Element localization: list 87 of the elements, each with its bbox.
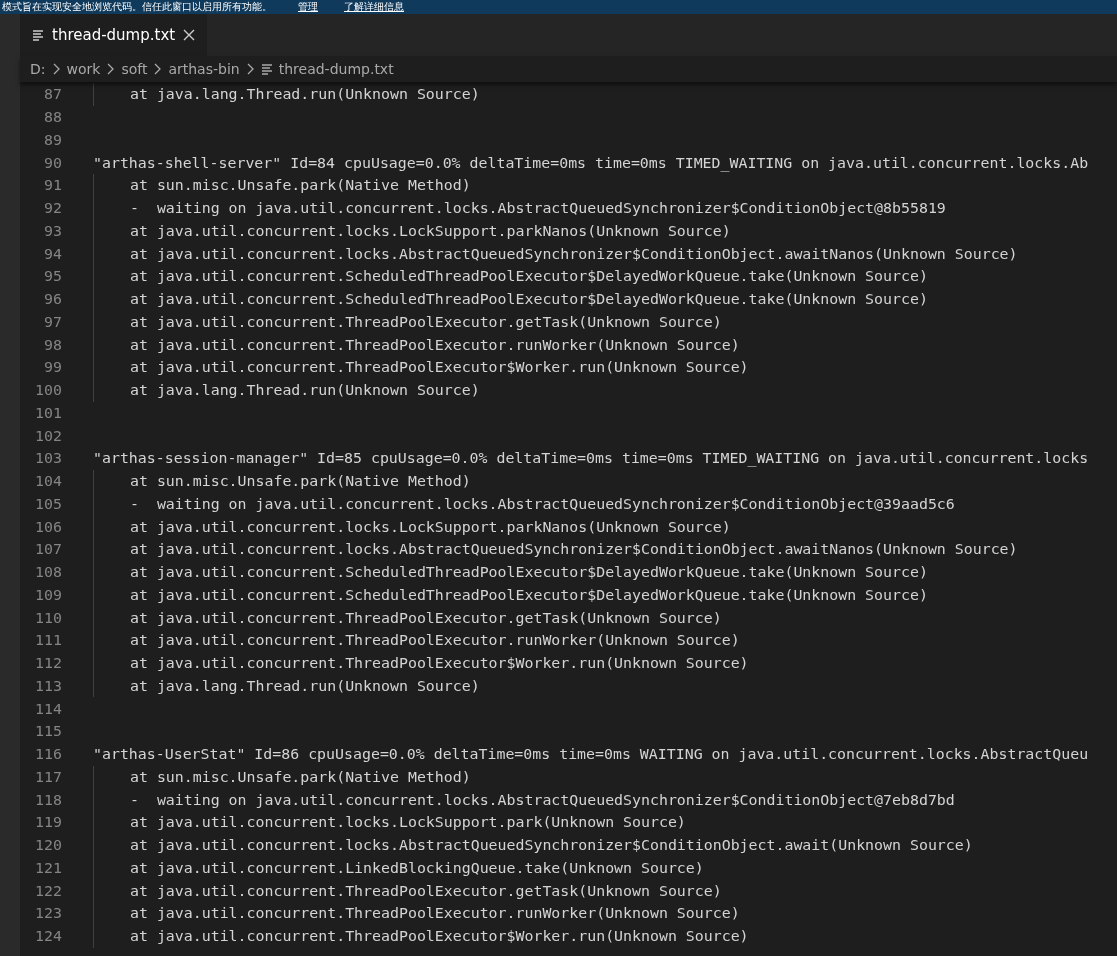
breadcrumb-item[interactable]: arthas-bin [168,61,240,77]
breadcrumb-item[interactable]: soft [121,61,148,77]
code-line: at java.util.concurrent.ThreadPoolExecutor.getTask(Unknown Source) [130,881,722,900]
code-line: at java.util.concurrent.ThreadPoolExecutor$Worker.run(Unknown Source) [130,927,749,946]
code-line: at java.util.concurrent.locks.AbstractQueuedSynchronizer$ConditionObject.await(Unknown Source) [130,836,973,855]
breadcrumb-item[interactable]: thread-dump.txt [278,61,394,77]
line-number: 111 [34,631,62,650]
line-number: 108 [34,563,62,582]
text-file-icon [32,29,44,41]
line-number: 104 [34,472,62,491]
chevron-right-icon [245,63,255,75]
line-number: 100 [34,381,62,400]
line-number: 96 [43,290,62,309]
chevron-right-icon [153,63,163,75]
code-line: at java.util.concurrent.locks.AbstractQueuedSynchronizer$ConditionObject.awaitNanos(Unknown Source) [130,540,1018,559]
code-line: at java.util.concurrent.ScheduledThreadPoolExecutor$DelayedWorkQueue.take(Unknown Source) [130,290,928,309]
line-number: 89 [43,130,62,149]
line-number: 120 [34,836,62,855]
code-line: at java.util.concurrent.LinkedBlockingQueue.take(Unknown Source) [130,858,704,877]
line-number: 93 [43,221,62,240]
banner-message: 模式旨在实现安全地浏览代码。信任此窗口以启用所有功能。 [2,0,272,14]
chevron-right-icon [106,63,116,75]
code-line: at sun.misc.Unsafe.park(Native Method) [130,176,471,195]
code-line: at java.util.concurrent.ScheduledThreadPoolExecutor$DelayedWorkQueue.take(Unknown Source) [130,585,928,604]
code-line: - waiting on java.util.concurrent.locks.AbstractQueuedSynchronizer$ConditionObject@39aad5c6 [130,494,955,513]
code-line: at sun.misc.Unsafe.park(Native Method) [130,472,471,491]
code-line: at java.util.concurrent.locks.LockSupport.parkNanos(Unknown Source) [130,221,731,240]
line-number: 109 [34,585,62,604]
line-number: 98 [43,335,62,354]
code-line: at java.lang.Thread.run(Unknown Source) [130,85,480,104]
editor-tab[interactable]: thread-dump.txt [20,14,208,56]
line-number: 116 [34,745,62,764]
code-line: - waiting on java.util.concurrent.locks.AbstractQueuedSynchronizer$ConditionObject@8b55819 [130,199,946,218]
line-number: 87 [43,85,62,104]
line-number: 121 [34,858,62,877]
line-number: 113 [34,676,62,695]
line-number: 119 [34,813,62,832]
code-line: at java.util.concurrent.ThreadPoolExecutor$Worker.run(Unknown Source) [130,654,749,673]
line-number: 124 [34,927,62,946]
line-number: 105 [34,494,62,513]
line-number: 88 [43,108,62,127]
line-number: 114 [34,699,62,718]
code-line: at java.lang.Thread.run(Unknown Source) [130,381,480,400]
code-line: at java.util.concurrent.ScheduledThreadPoolExecutor$DelayedWorkQueue.take(Unknown Source) [130,563,928,582]
line-number: 110 [34,608,62,627]
breadcrumb-item[interactable]: work [66,61,101,77]
code-line: "arthas-shell-server" Id=84 cpuUsage=0.0% deltaTime=0ms time=0ms TIMED_WAITING on java.util.concurrent.locks.Ab [93,153,1089,172]
code-line: at java.util.concurrent.ThreadPoolExecutor.runWorker(Unknown Source) [130,904,740,923]
line-number: 95 [43,267,62,286]
banner-link[interactable]: 了解详细信息 [344,0,404,14]
code-line: at java.util.concurrent.ThreadPoolExecutor.runWorker(Unknown Source) [130,631,740,650]
text-file-icon [260,63,273,75]
code-line: at java.util.concurrent.ThreadPoolExecutor.getTask(Unknown Source) [130,608,722,627]
code-line: at java.util.concurrent.ThreadPoolExecutor.runWorker(Unknown Source) [130,335,740,354]
line-number: 123 [34,904,62,923]
line-number: 97 [43,312,62,331]
code-line: at java.util.concurrent.locks.AbstractQueuedSynchronizer$ConditionObject.awaitNanos(Unknown Source) [130,244,1018,263]
line-number: 115 [34,722,62,741]
line-number: 101 [34,403,62,422]
line-number: 99 [43,358,62,377]
line-number: 106 [34,517,62,536]
line-number: 118 [34,790,62,809]
chevron-right-icon [51,63,61,75]
code-line: "arthas-UserStat" Id=86 cpuUsage=0.0% deltaTime=0ms time=0ms WAITING on java.util.concurrent.locks.AbstractQueu [93,745,1089,764]
close-button[interactable] [183,29,196,41]
line-number: 90 [43,153,62,172]
code-line: - waiting on java.util.concurrent.locks.AbstractQueuedSynchronizer$ConditionObject@7eb8d7bd [130,790,955,809]
line-number: 112 [34,654,62,673]
code-line: at java.lang.Thread.run(Unknown Source) [130,676,480,695]
breadcrumb-item[interactable]: D: [30,61,46,77]
line-number: 107 [34,540,62,559]
line-number: 91 [43,176,62,195]
banner-link[interactable]: 管理 [298,0,318,14]
line-number: 117 [34,767,62,786]
line-number: 122 [34,881,62,900]
code-line: "arthas-session-manager" Id=85 cpuUsage=0.0% deltaTime=0ms time=0ms TIMED_WAITING on java.util.concurrent.locks [93,449,1089,468]
line-number: 92 [43,199,62,218]
line-number: 94 [43,244,62,263]
tab-label: thread-dump.txt [52,26,176,44]
code-line: at java.util.concurrent.locks.LockSupport.park(Unknown Source) [130,813,686,832]
code-line: at java.util.concurrent.ThreadPoolExecutor.getTask(Unknown Source) [130,312,722,331]
code-line: at java.util.concurrent.ScheduledThreadPoolExecutor$DelayedWorkQueue.take(Unknown Source) [130,267,928,286]
code-line: at java.util.concurrent.ThreadPoolExecutor$Worker.run(Unknown Source) [130,358,749,377]
line-number: 102 [34,426,62,445]
code-line: at sun.misc.Unsafe.park(Native Method) [130,767,471,786]
code-line: at java.util.concurrent.locks.LockSupport.parkNanos(Unknown Source) [130,517,731,536]
line-number: 103 [34,449,62,468]
